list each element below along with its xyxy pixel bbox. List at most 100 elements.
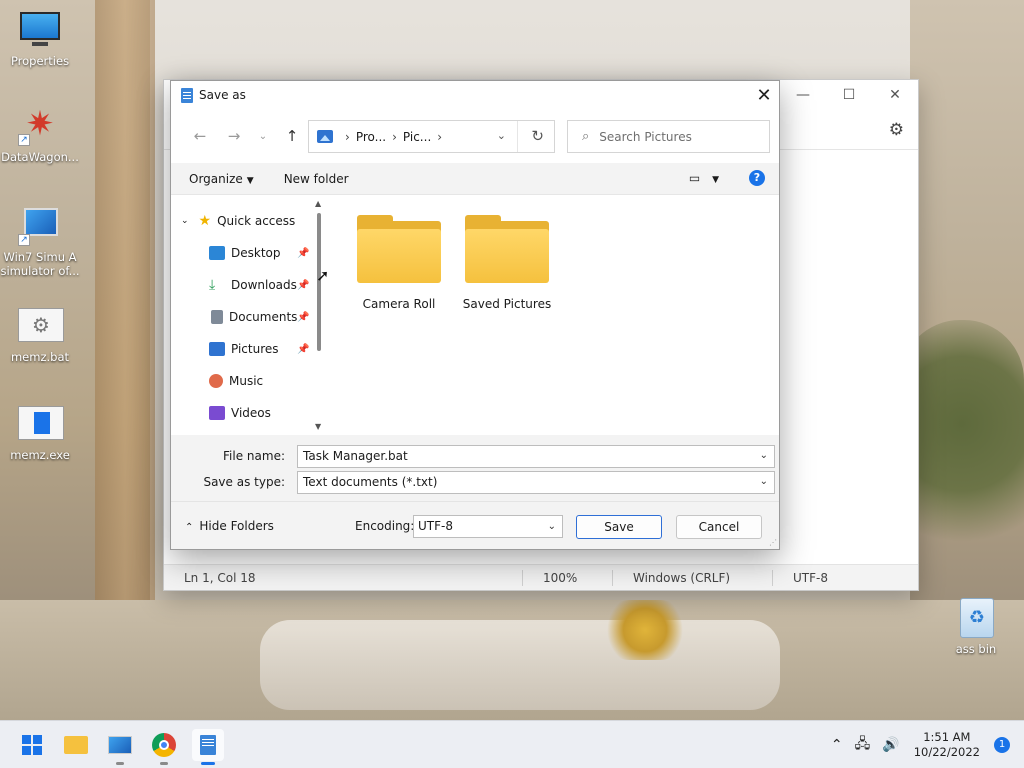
dialog-footer: ⌃ Hide Folders Encoding: UTF-8 ⌄ Save Can…: [171, 501, 779, 549]
documents-icon: [211, 310, 223, 324]
network-icon[interactable]: 🖧: [855, 733, 871, 757]
taskbar-file-explorer[interactable]: [60, 729, 92, 761]
save-as-dialog[interactable]: Save as ✕ ← → ⌄ ↑ › Pro... › Pic... › ⌄ …: [170, 80, 780, 550]
minimize-button[interactable]: —: [780, 80, 826, 110]
tree-item-quick-access[interactable]: ⌄ ★ Quick access: [181, 207, 295, 235]
desktop-icon-memz-bat[interactable]: ⚙ memz.bat: [0, 306, 80, 364]
chevron-down-icon[interactable]: ⌄: [181, 216, 189, 226]
blue-window-icon: [18, 404, 64, 444]
encoding-label: Encoding:: [355, 519, 415, 533]
desktop-icon-label: memz.bat: [10, 350, 70, 364]
start-button[interactable]: [16, 729, 48, 761]
breadcrumb-separator-icon: ›: [437, 129, 443, 144]
chrome-icon: [152, 733, 176, 757]
chevron-down-icon: ▼: [246, 175, 254, 186]
navigation-scrollbar[interactable]: ▲ ▼: [313, 195, 325, 435]
tree-item-pictures[interactable]: Pictures: [209, 335, 279, 363]
address-dropdown-icon[interactable]: ⌄: [497, 129, 506, 142]
chevron-down-icon[interactable]: ⌄: [760, 476, 768, 487]
save-button[interactable]: Save: [576, 515, 662, 539]
address-bar[interactable]: › Pro... › Pic... › ⌄ ↻: [308, 120, 555, 153]
volume-icon[interactable]: 🔊: [882, 737, 899, 753]
status-zoom: 100%: [522, 569, 612, 586]
taskbar-notepad[interactable]: [192, 729, 224, 765]
pictures-location-icon: [317, 130, 333, 143]
win7-icon: [108, 736, 132, 754]
gear-file-icon: ⚙: [18, 306, 64, 346]
close-button[interactable]: ✕: [872, 80, 918, 110]
desktop-icon-win7-simu[interactable]: ↗ Win7 Simu A simulator of...: [0, 206, 80, 278]
tree-item-desktop[interactable]: Desktop: [209, 239, 281, 267]
save-type-select[interactable]: Text documents (*.txt) ⌄: [297, 470, 775, 494]
search-input[interactable]: Search Pictures: [599, 130, 692, 144]
taskbar: ⌃ 🖧 🔊 1:51 AM 10/22/2022 1: [0, 720, 1024, 768]
desktop-icon-memz-exe[interactable]: memz.exe: [0, 404, 80, 462]
desktop-icon-label: DataWagon...: [1, 150, 79, 164]
tree-item-label: Music: [229, 374, 264, 388]
tree-item-music[interactable]: Music: [209, 367, 263, 395]
tree-item-label: Documents: [229, 310, 298, 324]
download-arrow-icon: ⤓: [209, 277, 216, 293]
chevron-down-icon: ▼: [712, 175, 719, 185]
breadcrumb-segment[interactable]: Pic...: [403, 130, 431, 144]
taskbar-win7-simu[interactable]: [104, 729, 136, 765]
search-icon: ⌕: [582, 129, 590, 144]
tree-item-videos[interactable]: Videos: [209, 399, 271, 427]
dialog-title: Save as: [199, 88, 246, 102]
file-name-label: File name:: [223, 449, 285, 463]
recent-locations-chevron-icon[interactable]: ⌄: [251, 131, 275, 142]
pin-icon: 📌: [297, 312, 310, 323]
maximize-button[interactable]: ☐: [826, 80, 872, 110]
file-name-input[interactable]: Task Manager.bat ⌄: [297, 444, 775, 468]
help-icon[interactable]: ?: [749, 170, 765, 186]
folder-item[interactable]: Camera Roll: [349, 215, 449, 311]
notepad-icon: [181, 87, 193, 103]
desktop-icon-datawagon[interactable]: ✷ ↗ DataWagon...: [0, 106, 80, 164]
desktop-icon-properties[interactable]: Properties: [0, 10, 80, 68]
monitor-icon: [18, 10, 62, 50]
encoding-select[interactable]: UTF-8 ⌄: [413, 515, 563, 538]
dialog-body: ⌄ ★ Quick access Desktop 📌 ⤓ Downloads 📌…: [171, 195, 779, 435]
notification-badge[interactable]: 1: [994, 737, 1010, 753]
breadcrumb-segment[interactable]: Pro...: [356, 130, 386, 144]
forward-arrow-icon[interactable]: →: [217, 127, 251, 145]
chevron-up-icon[interactable]: ⌃: [831, 737, 843, 753]
organize-button[interactable]: Organize ▼: [189, 172, 254, 186]
navigation-bar: ← → ⌄ ↑ › Pro... › Pic... › ⌄ ↻ ⌕ Search…: [171, 109, 779, 163]
win7-icon: ↗: [18, 206, 62, 246]
tree-item-downloads[interactable]: ⤓ Downloads: [209, 271, 297, 299]
music-icon: [209, 374, 223, 388]
status-line-ending: Windows (CRLF): [612, 569, 772, 586]
status-encoding: UTF-8: [772, 569, 848, 586]
scroll-up-icon[interactable]: ▲: [315, 199, 321, 208]
refresh-icon[interactable]: ↻: [531, 127, 544, 145]
recycle-bin-icon: ♻: [954, 598, 998, 638]
system-tray: ⌃ 🖧 🔊 1:51 AM 10/22/2022 1: [819, 721, 1010, 768]
search-box[interactable]: ⌕ Search Pictures: [567, 120, 770, 153]
folder-icon: [465, 215, 549, 283]
breadcrumb-separator-icon: ›: [392, 129, 397, 144]
windows-logo-icon: [22, 735, 42, 755]
chevron-down-icon: ⌄: [547, 521, 556, 532]
dialog-titlebar: Save as ✕: [171, 81, 779, 109]
back-arrow-icon[interactable]: ←: [183, 127, 217, 145]
desktop-icon-label: Properties: [10, 54, 70, 68]
resize-grip-icon[interactable]: ⋰: [769, 538, 777, 547]
up-arrow-icon[interactable]: ↑: [275, 127, 309, 145]
desktop-icon-recycle-bin[interactable]: ♻ ass bin: [936, 598, 1016, 656]
tree-item-label: Desktop: [231, 246, 281, 260]
close-icon[interactable]: ✕: [749, 81, 779, 109]
taskbar-chrome[interactable]: [148, 729, 180, 765]
clock[interactable]: 1:51 AM 10/22/2022: [914, 730, 980, 760]
scroll-down-icon[interactable]: ▼: [315, 422, 321, 431]
view-options-button[interactable]: ▭ ▼: [689, 171, 719, 185]
clock-time: 1:51 AM: [923, 730, 971, 744]
folder-item[interactable]: Saved Pictures: [457, 215, 557, 311]
chevron-down-icon[interactable]: ⌄: [760, 450, 768, 461]
tree-item-documents[interactable]: Documents: [209, 303, 297, 331]
settings-gear-icon[interactable]: ⚙: [889, 120, 904, 140]
cancel-button[interactable]: Cancel: [676, 515, 762, 539]
hide-folders-button[interactable]: ⌃ Hide Folders: [185, 519, 274, 533]
pin-icon: 📌: [297, 344, 310, 355]
new-folder-button[interactable]: New folder: [284, 172, 349, 186]
